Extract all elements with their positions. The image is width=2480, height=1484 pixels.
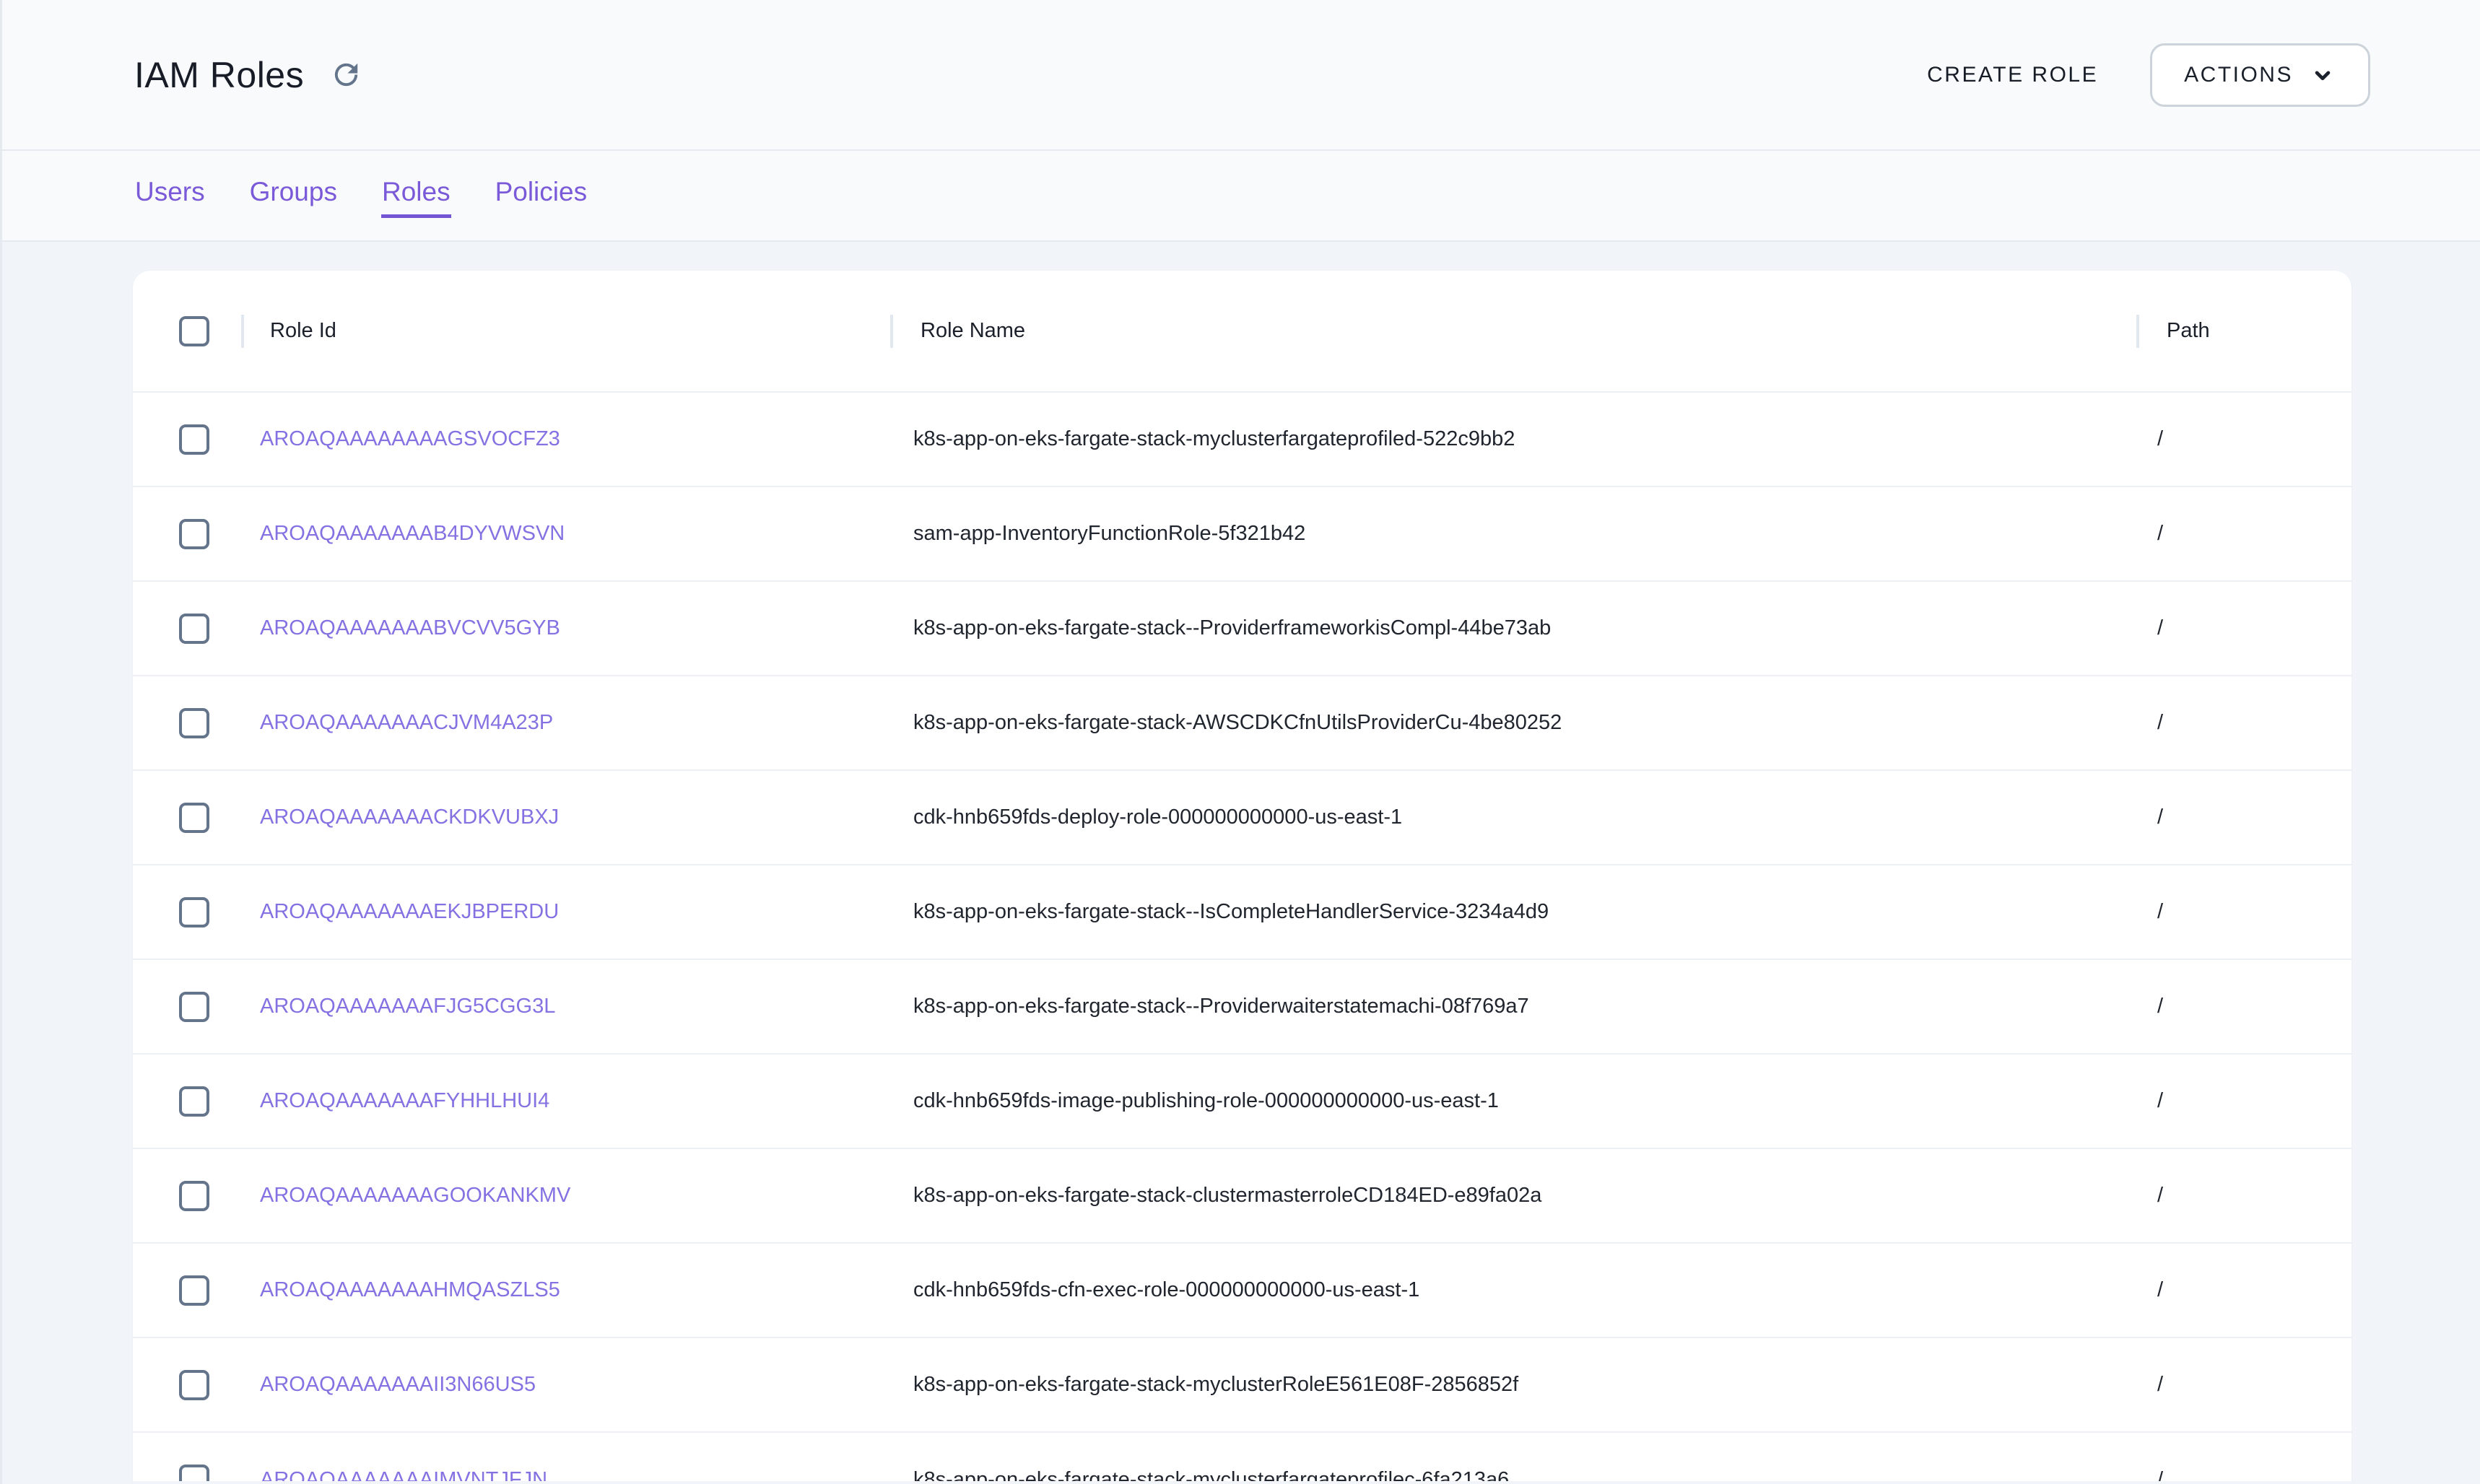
row-checkbox[interactable] [179, 897, 209, 928]
role-id-link[interactable]: AROAQAAAAAAAEKJBPERDU [260, 900, 559, 923]
table-row: AROAQAAAAAAABVCVV5GYB k8s-app-on-eks-far… [133, 581, 2351, 676]
role-id-link[interactable]: AROAQAAAAAAAHMQASZLS5 [260, 1278, 560, 1301]
role-name-cell: k8s-app-on-eks-fargate-stack-clustermast… [892, 1148, 2138, 1243]
row-checkbox[interactable] [179, 519, 209, 549]
roles-table: Role Id Role Name Path AROAQAAAAAAAAGSVO… [133, 271, 2351, 1481]
row-checkbox[interactable] [179, 1370, 209, 1400]
row-checkbox[interactable] [179, 708, 209, 738]
row-checkbox[interactable] [179, 614, 209, 644]
role-id-link[interactable]: AROAQAAAAAAAB4DYVWSVN [260, 522, 565, 545]
table-row: AROAQAAAAAAAEKJBPERDU k8s-app-on-eks-far… [133, 865, 2351, 959]
table-row: AROAQAAAAAAAGOOKANKMV k8s-app-on-eks-far… [133, 1148, 2351, 1243]
table-row: AROAQAAAAAAAFJG5CGG3L k8s-app-on-eks-far… [133, 959, 2351, 1054]
role-id-link[interactable]: AROAQAAAAAAAIMVNTJFJN [260, 1468, 547, 1482]
create-role-button[interactable]: CREATE ROLE [1920, 45, 2105, 105]
row-checkbox[interactable] [179, 1275, 209, 1306]
table-header-row: Role Id Role Name Path [133, 271, 2351, 392]
role-name-cell: k8s-app-on-eks-fargate-stack-myclusterfa… [892, 392, 2138, 486]
content-area: Role Id Role Name Path AROAQAAAAAAAAGSVO… [2, 242, 2480, 1481]
role-id-link[interactable]: AROAQAAAAAAAFJG5CGG3L [260, 995, 555, 1018]
role-name-cell: k8s-app-on-eks-fargate-stack--Providerwa… [892, 959, 2138, 1054]
row-checkbox[interactable] [179, 1086, 209, 1117]
role-name-cell: k8s-app-on-eks-fargate-stack--Providerfr… [892, 581, 2138, 676]
chevron-down-icon [2309, 61, 2336, 89]
role-path-cell: / [2138, 1148, 2351, 1243]
role-path-cell: / [2138, 959, 2351, 1054]
table-row: AROAQAAAAAAAAGSVOCFZ3 k8s-app-on-eks-far… [133, 392, 2351, 486]
role-name-cell: k8s-app-on-eks-fargate-stack-myclusterfa… [892, 1432, 2138, 1481]
role-id-link[interactable]: AROAQAAAAAAAAGSVOCFZ3 [260, 427, 560, 450]
role-path-cell: / [2138, 770, 2351, 865]
role-path-cell: / [2138, 486, 2351, 581]
select-all-checkbox[interactable] [179, 316, 209, 346]
role-name-cell: cdk-hnb659fds-cfn-exec-role-000000000000… [892, 1243, 2138, 1337]
actions-button-label: ACTIONS [2184, 63, 2293, 87]
role-name-cell: sam-app-InventoryFunctionRole-5f321b42 [892, 486, 2138, 581]
table-row: AROAQAAAAAAAB4DYVWSVN sam-app-InventoryF… [133, 486, 2351, 581]
role-id-link[interactable]: AROAQAAAAAAAII3N66US5 [260, 1373, 536, 1396]
page-header: IAM Roles CREATE ROLE ACTIONS [2, 0, 2480, 151]
role-id-link[interactable]: AROAQAAAAAAACJVM4A23P [260, 711, 553, 734]
role-id-link[interactable]: AROAQAAAAAAAGOOKANKMV [260, 1184, 570, 1207]
column-header-role-name: Role Name [892, 271, 2138, 392]
tab-policies[interactable]: Policies [495, 173, 588, 218]
actions-button[interactable]: ACTIONS [2150, 43, 2370, 107]
row-checkbox[interactable] [179, 803, 209, 833]
role-path-cell: / [2138, 865, 2351, 959]
role-path-cell: / [2138, 1054, 2351, 1148]
row-checkbox[interactable] [179, 992, 209, 1022]
tab-groups[interactable]: Groups [249, 173, 338, 218]
role-id-link[interactable]: AROAQAAAAAAACKDKVUBXJ [260, 806, 559, 829]
role-path-cell: / [2138, 581, 2351, 676]
roles-table-card: Role Id Role Name Path AROAQAAAAAAAAGSVO… [133, 271, 2351, 1481]
role-name-cell: cdk-hnb659fds-image-publishing-role-0000… [892, 1054, 2138, 1148]
table-body: AROAQAAAAAAAAGSVOCFZ3 k8s-app-on-eks-far… [133, 392, 2351, 1481]
table-row: AROAQAAAAAAAHMQASZLS5 cdk-hnb659fds-cfn-… [133, 1243, 2351, 1337]
column-header-path: Path [2138, 271, 2351, 392]
tab-users[interactable]: Users [134, 173, 206, 218]
table-row: AROAQAAAAAAAFYHHLHUI4 cdk-hnb659fds-imag… [133, 1054, 2351, 1148]
row-checkbox[interactable] [179, 1465, 209, 1481]
role-name-cell: cdk-hnb659fds-deploy-role-000000000000-u… [892, 770, 2138, 865]
role-id-link[interactable]: AROAQAAAAAAABVCVV5GYB [260, 616, 560, 640]
row-checkbox[interactable] [179, 424, 209, 455]
refresh-button[interactable] [326, 55, 366, 95]
table-row: AROAQAAAAAAAIMVNTJFJN k8s-app-on-eks-far… [133, 1432, 2351, 1481]
role-name-cell: k8s-app-on-eks-fargate-stack--IsComplete… [892, 865, 2138, 959]
role-path-cell: / [2138, 1432, 2351, 1481]
role-path-cell: / [2138, 392, 2351, 486]
role-name-cell: k8s-app-on-eks-fargate-stack-myclusterRo… [892, 1337, 2138, 1432]
role-path-cell: / [2138, 1337, 2351, 1432]
page-title: IAM Roles [134, 54, 304, 96]
role-id-link[interactable]: AROAQAAAAAAAFYHHLHUI4 [260, 1089, 549, 1112]
table-row: AROAQAAAAAAAII3N66US5 k8s-app-on-eks-far… [133, 1337, 2351, 1432]
iam-tabs: Users Groups Roles Policies [2, 151, 2480, 242]
table-row: AROAQAAAAAAACJVM4A23P k8s-app-on-eks-far… [133, 676, 2351, 770]
tab-roles[interactable]: Roles [381, 173, 451, 218]
refresh-icon [329, 58, 363, 92]
column-header-role-id: Role Id [243, 271, 892, 392]
table-row: AROAQAAAAAAACKDKVUBXJ cdk-hnb659fds-depl… [133, 770, 2351, 865]
row-checkbox[interactable] [179, 1181, 209, 1211]
role-path-cell: / [2138, 676, 2351, 770]
role-name-cell: k8s-app-on-eks-fargate-stack-AWSCDKCfnUt… [892, 676, 2138, 770]
role-path-cell: / [2138, 1243, 2351, 1337]
page: IAM Roles CREATE ROLE ACTIONS Users Grou… [0, 0, 2480, 1484]
